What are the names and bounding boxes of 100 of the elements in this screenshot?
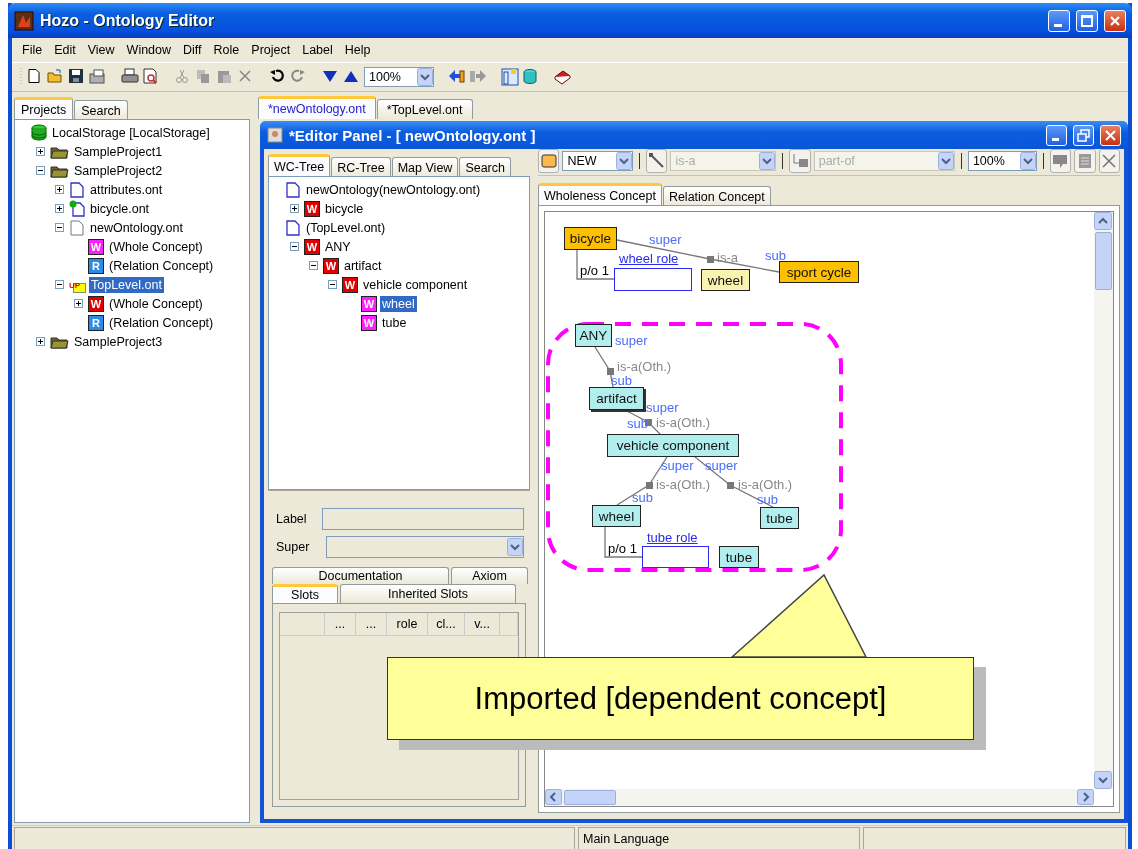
comment-icon[interactable] bbox=[1049, 149, 1072, 173]
tab[interactable]: Projects bbox=[14, 97, 74, 120]
label-field[interactable] bbox=[322, 508, 524, 530]
concept-node[interactable]: tube bbox=[719, 546, 759, 568]
tab[interactable]: *newOntology.ont bbox=[258, 96, 376, 119]
role-link[interactable]: tube role bbox=[647, 531, 698, 544]
tab[interactable]: Search bbox=[74, 100, 128, 120]
link-marker[interactable] bbox=[707, 256, 714, 263]
expand-icon[interactable] bbox=[36, 337, 45, 346]
save-all-icon[interactable] bbox=[89, 68, 107, 86]
concept-node[interactable]: vehicle component bbox=[607, 434, 739, 457]
expand-icon[interactable] bbox=[55, 185, 64, 194]
collapse-icon[interactable] bbox=[36, 166, 45, 175]
collapse-icon[interactable] bbox=[328, 280, 337, 289]
new-node-icon[interactable] bbox=[538, 149, 560, 173]
collapse-icon[interactable] bbox=[290, 242, 299, 251]
tab[interactable]: Relation Concept bbox=[662, 186, 771, 206]
node-type-combo[interactable]: NEW bbox=[562, 151, 634, 171]
menu-item[interactable]: View bbox=[81, 43, 121, 57]
menu-item[interactable]: File bbox=[16, 43, 49, 57]
tree-item[interactable]: ANY bbox=[323, 238, 353, 255]
database-icon[interactable] bbox=[522, 68, 540, 86]
tab[interactable]: Map View bbox=[391, 157, 459, 177]
menu-item[interactable]: Project bbox=[245, 43, 297, 57]
collapse-icon[interactable] bbox=[55, 223, 64, 232]
concept-node[interactable]: ANY bbox=[575, 324, 612, 347]
tab[interactable]: Axiom bbox=[451, 567, 528, 584]
link-marker[interactable] bbox=[646, 482, 653, 489]
vertical-scrollbar[interactable] bbox=[1094, 212, 1113, 789]
tree-item[interactable]: tube bbox=[380, 314, 409, 331]
tab[interactable]: *TopLevel.ont bbox=[376, 99, 473, 119]
tab[interactable]: Wholeness Concept bbox=[538, 183, 662, 206]
tree-item[interactable]: TopLevel.ont bbox=[89, 276, 164, 293]
import-icon[interactable] bbox=[448, 68, 466, 86]
link-marker[interactable] bbox=[607, 368, 614, 375]
zoom-combo[interactable]: 100% bbox=[967, 151, 1037, 171]
column-header[interactable]: v... bbox=[465, 613, 500, 635]
concept-node[interactable]: sport cycle bbox=[779, 261, 859, 283]
scroll-right-icon[interactable] bbox=[1077, 789, 1094, 805]
expand-icon[interactable] bbox=[74, 299, 83, 308]
tree-item[interactable]: (Whole Concept) bbox=[107, 238, 205, 255]
tree-item[interactable]: vehicle component bbox=[361, 276, 470, 293]
menu-item[interactable]: Window bbox=[120, 43, 178, 57]
menu-item[interactable]: Label bbox=[296, 43, 339, 57]
print-icon[interactable] bbox=[121, 68, 139, 86]
scrollbar-thumb[interactable] bbox=[1095, 232, 1112, 290]
tree-item[interactable]: (Relation Concept) bbox=[107, 257, 216, 274]
menu-item[interactable]: Help bbox=[338, 43, 377, 57]
tree-item[interactable]: newOntology.ont bbox=[88, 219, 185, 236]
menu-item[interactable]: Edit bbox=[48, 43, 82, 57]
expand-icon[interactable] bbox=[290, 204, 299, 213]
tree-item[interactable]: artifact bbox=[342, 257, 384, 274]
concept-node[interactable]: wheel bbox=[701, 269, 750, 291]
tab[interactable]: Documentation bbox=[272, 567, 449, 584]
role-box[interactable] bbox=[642, 546, 709, 568]
part-of-icon[interactable] bbox=[789, 149, 811, 173]
document-icon[interactable] bbox=[1074, 149, 1096, 173]
collapse-icon[interactable] bbox=[309, 261, 318, 270]
tab[interactable]: RC-Tree bbox=[331, 157, 391, 177]
tree-item[interactable]: attributes.ont bbox=[88, 181, 165, 198]
print-preview-icon[interactable] bbox=[142, 68, 160, 86]
tree-item[interactable]: LocalStorage [LocalStorage] bbox=[50, 124, 212, 141]
column-header[interactable]: cl... bbox=[428, 613, 465, 635]
scroll-up-icon[interactable] bbox=[1094, 212, 1112, 230]
column-header[interactable]: ... bbox=[356, 613, 387, 635]
column-header[interactable]: ... bbox=[325, 613, 356, 635]
tree-item[interactable]: SampleProject3 bbox=[72, 333, 165, 350]
expand-icon[interactable] bbox=[55, 204, 64, 213]
tree-item[interactable]: wheel bbox=[380, 295, 417, 312]
zoom-combo[interactable]: 100% bbox=[364, 67, 434, 87]
concept-node[interactable]: wheel bbox=[592, 505, 641, 527]
tab[interactable]: Search bbox=[459, 157, 511, 177]
menu-item[interactable]: Diff bbox=[177, 43, 208, 57]
role-box[interactable] bbox=[614, 268, 692, 291]
tree-item[interactable]: (Whole Concept) bbox=[107, 295, 205, 312]
tree-item[interactable]: bicycle.ont bbox=[88, 200, 152, 217]
tab[interactable]: WC-Tree bbox=[268, 154, 331, 177]
column-header[interactable]: role bbox=[387, 613, 428, 635]
tab[interactable]: Slots bbox=[272, 584, 338, 603]
concept-window-icon[interactable] bbox=[501, 68, 519, 86]
book-icon[interactable] bbox=[554, 68, 572, 86]
concept-node[interactable]: artifact bbox=[589, 387, 644, 410]
horizontal-scrollbar[interactable] bbox=[545, 789, 1094, 806]
tree-item[interactable]: newOntology(newOntology.ont) bbox=[304, 181, 483, 198]
link-icon[interactable] bbox=[646, 149, 668, 173]
collapse-icon[interactable] bbox=[55, 280, 64, 289]
scroll-left-icon[interactable] bbox=[545, 789, 562, 805]
scrollbar-thumb[interactable] bbox=[564, 790, 616, 805]
tree-item[interactable]: (Relation Concept) bbox=[107, 314, 216, 331]
scroll-down-icon[interactable] bbox=[1094, 771, 1112, 789]
concept-node[interactable]: bicycle bbox=[564, 227, 617, 250]
close-icon[interactable] bbox=[1098, 149, 1120, 173]
tree-item[interactable]: SampleProject2 bbox=[72, 162, 165, 179]
tree-item[interactable]: (TopLevel.ont) bbox=[304, 219, 388, 236]
link-marker[interactable] bbox=[727, 482, 734, 489]
concept-node[interactable]: tube bbox=[760, 507, 799, 529]
save-icon[interactable] bbox=[68, 68, 86, 86]
expand-icon[interactable] bbox=[36, 147, 45, 156]
tab[interactable]: Inherited Slots bbox=[340, 584, 516, 603]
menu-item[interactable]: Role bbox=[207, 43, 246, 57]
